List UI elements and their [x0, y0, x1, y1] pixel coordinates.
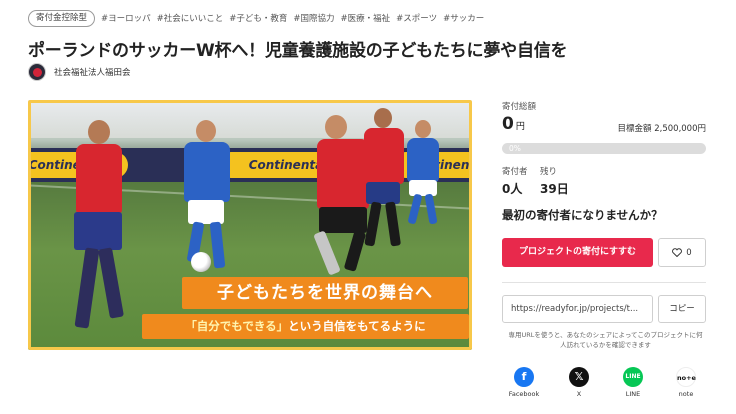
- progress-bar: 0%: [502, 143, 706, 154]
- hero-caption-highlight: 「自分でもできる」: [185, 319, 289, 333]
- progress-text: 0%: [509, 144, 521, 153]
- donate-button[interactable]: プロジェクトの寄付にすすむ: [502, 238, 653, 267]
- amount-value: 0: [502, 114, 514, 134]
- organization[interactable]: 社会福祉法人福田会: [28, 63, 131, 81]
- facebook-icon: f: [514, 367, 534, 387]
- share-facebook[interactable]: f Facebook: [504, 367, 544, 398]
- divider: [502, 282, 706, 283]
- share-note[interactable]: no+e note: [666, 367, 706, 398]
- funding-panel: 寄付総額 0円 目標金額 2,500,000円 0% 寄付者 0人 残り 39日…: [502, 100, 706, 398]
- tag-sports[interactable]: #スポーツ: [396, 12, 437, 24]
- favorite-count: 0: [686, 247, 692, 258]
- favorite-button[interactable]: 0: [658, 238, 706, 267]
- share-label: note: [678, 390, 694, 398]
- tag-europe[interactable]: #ヨーロッパ: [101, 12, 151, 24]
- remaining-value: 39日: [540, 182, 569, 196]
- remaining-stat: 残り 39日: [540, 165, 569, 197]
- share-url-note: 専用URLを使うと、あなたのシェアによってこのプロジェクトに何人訪れているかを確…: [508, 331, 703, 349]
- hero-image: Continental Continental Continental: [28, 100, 472, 350]
- total-label: 寄付総額: [502, 102, 537, 112]
- tag-children-education[interactable]: #子ども・教育: [229, 12, 287, 24]
- donors-stat: 寄付者 0人: [502, 165, 528, 197]
- copy-button[interactable]: コピー: [658, 295, 706, 323]
- share-line[interactable]: LINE LINE: [613, 367, 653, 398]
- deduction-badge: 寄付金控除型: [28, 9, 96, 27]
- share-buttons: f Facebook 𝕏 X LINE LINE no+e note: [502, 367, 706, 407]
- amount-unit: 円: [515, 122, 525, 132]
- share-label: Facebook: [508, 390, 540, 398]
- line-icon: LINE: [623, 367, 643, 387]
- first-donor-prompt: 最初の寄付者になりませんか？: [502, 208, 663, 222]
- avatar[interactable]: [28, 63, 46, 81]
- tag-row: 寄付金控除型 #ヨーロッパ #社会にいいこと #子ども・教育 #国際協力 #医療…: [28, 9, 484, 27]
- note-icon: no+e: [676, 367, 696, 387]
- player-figure: [58, 120, 128, 350]
- target-amount: 目標金額 2,500,000円: [617, 124, 706, 134]
- organization-name[interactable]: 社会福祉法人福田会: [54, 66, 131, 78]
- donors-label: 寄付者: [502, 167, 528, 177]
- donors-value: 0人: [502, 182, 523, 196]
- tag-social-good[interactable]: #社会にいいこと: [157, 12, 224, 24]
- player-figure: [403, 120, 443, 230]
- player-figure: [358, 108, 408, 258]
- tag-soccer[interactable]: #サッカー: [443, 12, 484, 24]
- share-x[interactable]: 𝕏 X: [559, 367, 599, 398]
- share-label: LINE: [625, 390, 641, 398]
- soccer-ball: [191, 252, 211, 272]
- hero-caption-main: 子どもたちを世界の舞台へ: [182, 277, 468, 309]
- hero-caption-sub: 「自分でもできる」という自信をもてるように: [142, 314, 469, 339]
- share-label: X: [576, 390, 582, 398]
- x-icon: 𝕏: [569, 367, 589, 387]
- total-amount: 0円: [502, 114, 525, 134]
- heart-icon: [672, 248, 683, 257]
- remaining-label: 残り: [540, 167, 558, 177]
- hero-caption-rest: という自信をもてるように: [288, 319, 426, 333]
- tag-international-cooperation[interactable]: #国際協力: [293, 12, 334, 24]
- share-url-field[interactable]: [502, 295, 653, 323]
- page-title: ポーランドのサッカーW杯へ！児童養護施設の子どもたちに夢や自信を: [28, 41, 568, 61]
- tag-medical-welfare[interactable]: #医療・福祉: [341, 12, 391, 24]
